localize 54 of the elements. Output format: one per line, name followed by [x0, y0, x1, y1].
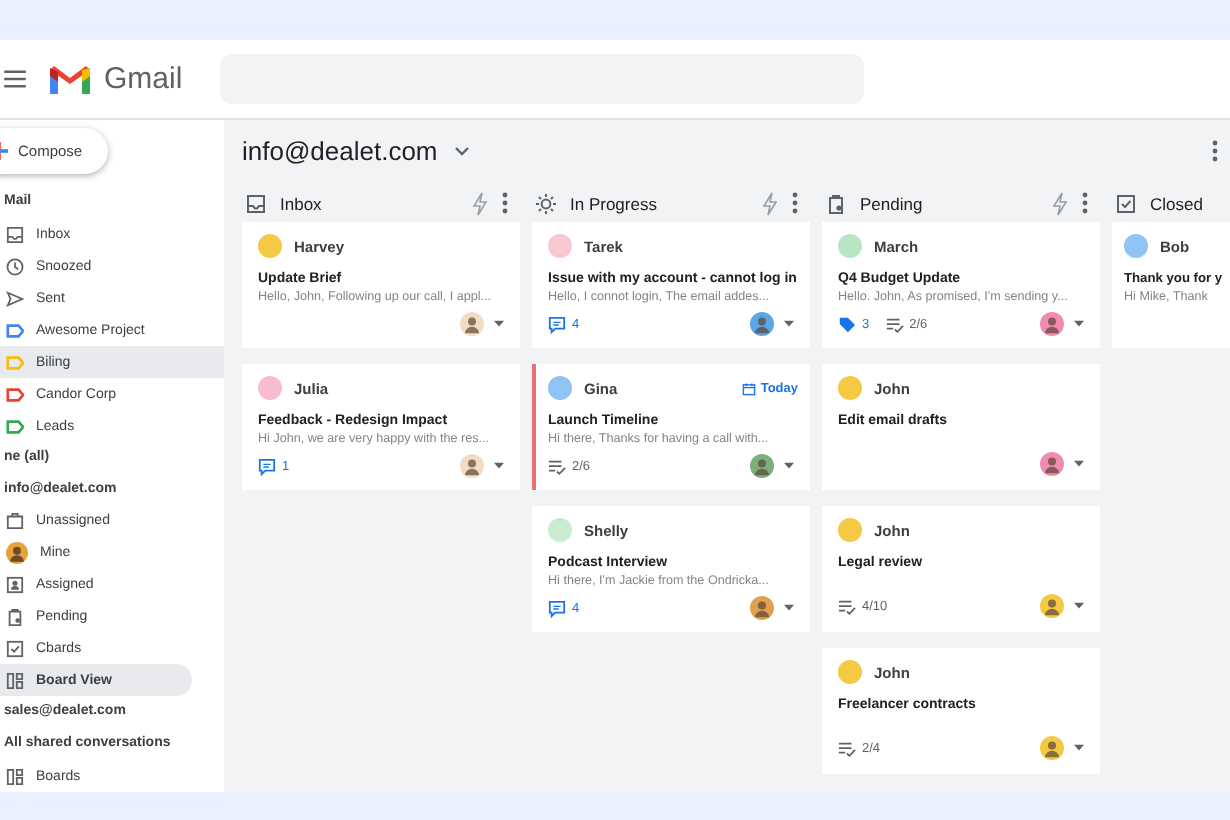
dropdown-icon[interactable] — [1074, 460, 1084, 468]
clipboard-icon — [826, 193, 846, 213]
comment-icon — [548, 599, 566, 617]
send-icon — [6, 290, 24, 309]
dropdown-icon[interactable] — [1074, 320, 1084, 328]
assignee-avatar[interactable] — [750, 596, 774, 620]
calendar-icon — [742, 381, 757, 395]
menu-icon[interactable] — [4, 70, 26, 88]
dropdown-icon[interactable] — [784, 462, 794, 470]
more-icon[interactable] — [1082, 192, 1088, 214]
assignee-avatar[interactable] — [750, 454, 774, 478]
column-title: In Progress — [570, 193, 659, 213]
checklist-icon — [838, 597, 856, 615]
assignee-avatar[interactable] — [1040, 736, 1064, 760]
assignee-avatar[interactable] — [460, 312, 484, 336]
more-icon[interactable] — [1212, 139, 1218, 161]
assignee-avatar[interactable] — [460, 454, 484, 478]
comment-icon — [258, 457, 276, 475]
column-title: Closed — [1150, 193, 1205, 213]
dropdown-icon[interactable] — [494, 320, 504, 328]
clock-icon — [6, 258, 24, 277]
assignee-avatar[interactable] — [1040, 312, 1064, 336]
inbox-icon — [6, 226, 24, 245]
board-icon — [6, 767, 24, 786]
dropdown-icon[interactable] — [784, 320, 794, 328]
dropdown-icon[interactable] — [1074, 744, 1084, 752]
assignee-avatar[interactable] — [750, 312, 774, 336]
assignee-avatar[interactable] — [1040, 594, 1064, 618]
column-title: Inbox — [280, 193, 324, 213]
more-icon[interactable] — [502, 192, 508, 214]
assignee-avatar[interactable] — [1040, 452, 1064, 476]
inbox-icon — [246, 193, 266, 213]
board-title: info@dealet.com — [242, 135, 438, 165]
caret-icon[interactable] — [453, 145, 470, 155]
dropdown-icon[interactable] — [784, 604, 794, 612]
tag-icon — [838, 315, 856, 333]
app-name: Gmail — [104, 62, 183, 96]
envelope-logo-icon — [48, 63, 92, 95]
dropdown-icon[interactable] — [494, 462, 504, 470]
checklist-icon — [885, 315, 904, 333]
more-icon[interactable] — [792, 192, 798, 214]
checklist-icon — [548, 457, 566, 475]
checkbox-icon — [1116, 193, 1136, 213]
comment-icon — [548, 315, 566, 333]
column-title: Pending — [860, 193, 925, 213]
board-icon — [6, 671, 24, 690]
avatar — [6, 542, 28, 565]
checkbox-icon — [6, 639, 24, 658]
clipboard-icon — [6, 608, 24, 627]
dropdown-icon[interactable] — [1074, 602, 1084, 610]
folder-icon — [6, 512, 24, 531]
checklist-icon — [838, 739, 856, 757]
sun-icon — [536, 193, 556, 213]
contact-icon — [6, 576, 24, 595]
